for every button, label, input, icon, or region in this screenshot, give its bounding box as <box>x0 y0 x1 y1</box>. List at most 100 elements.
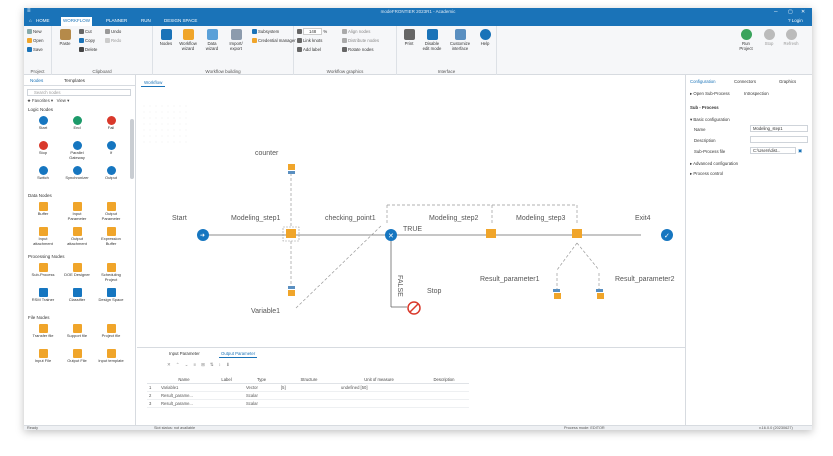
zoom-select[interactable]: 148 % <box>297 28 327 35</box>
node-palette-item[interactable]: Sub-Process <box>30 263 56 278</box>
cell-unit[interactable] <box>339 391 419 400</box>
search-nodes-input[interactable]: Search nodes <box>27 89 131 96</box>
menu-workflow[interactable]: WORKFLOW <box>61 17 92 26</box>
node-palette-item[interactable]: Input Parameter <box>64 202 90 221</box>
node-palette-item[interactable]: Output attachment <box>64 227 90 246</box>
table-row[interactable]: 2 Result_parame... Scalar <box>147 391 469 400</box>
left-scrollbar[interactable] <box>130 119 134 179</box>
tab-configuration[interactable]: Configuration <box>690 79 716 84</box>
cell-type[interactable]: Vector <box>244 383 279 392</box>
tab-workflow[interactable]: Workflow <box>141 79 166 87</box>
open-sub-process-button[interactable]: ▸ Open Sub-Process <box>690 91 730 97</box>
workflow-canvas[interactable]: ➜ ✕ ✓ counter Start Modeling_step1 check… <box>137 75 685 347</box>
node-palette-item[interactable]: Scheduling Project <box>98 263 124 282</box>
node-palette-item[interactable]: Output Parameter <box>98 202 124 221</box>
nodes-button[interactable]: Nodes <box>155 29 177 46</box>
tab-connectors[interactable]: Connectors <box>734 79 756 84</box>
node-palette-item[interactable]: Input File <box>30 349 56 364</box>
link-knots-button[interactable]: Link knots <box>297 38 322 44</box>
variable1-node[interactable] <box>288 290 295 296</box>
node-palette-item[interactable]: Fail <box>98 116 124 131</box>
tab-graphics[interactable]: Graphics <box>779 79 796 84</box>
counter-node[interactable] <box>288 164 295 170</box>
node-palette-item[interactable]: Project file <box>98 324 124 339</box>
node-palette-item[interactable]: Expression Buffer <box>98 227 124 246</box>
modeling-step1-node[interactable] <box>286 229 296 238</box>
column-header[interactable]: Unit of measure <box>339 376 419 384</box>
home-icon[interactable]: ⌂ <box>27 18 34 23</box>
view-button[interactable]: View <box>57 98 66 103</box>
node-palette-item[interactable]: Buffer <box>30 202 56 217</box>
section-header[interactable]: Logic Nodes <box>28 107 53 112</box>
print-button[interactable]: Print <box>398 29 420 46</box>
cell-desc[interactable] <box>419 391 469 400</box>
node-palette-item[interactable]: Stop <box>30 141 56 156</box>
advanced-configuration-section[interactable]: ▸ Advanced configuration <box>690 161 738 167</box>
cell-structure[interactable] <box>279 399 339 408</box>
cell-unit[interactable]: undefined [50] <box>339 383 419 392</box>
cell-label[interactable] <box>209 383 244 392</box>
node-palette-item[interactable]: Classifier <box>64 288 90 303</box>
paste-button[interactable]: Paste <box>54 29 76 46</box>
node-palette-item[interactable]: RSM Trainer <box>30 288 56 303</box>
column-header[interactable]: Name <box>159 376 209 384</box>
close-icon[interactable]: ✕ <box>801 9 805 15</box>
help-login[interactable]: ? Login <box>786 18 805 23</box>
modeling-step2-node[interactable] <box>486 229 496 238</box>
add-label-button[interactable]: Add label <box>297 47 321 53</box>
cell-label[interactable] <box>209 391 244 400</box>
undo-button[interactable]: Undo <box>105 29 121 35</box>
node-palette-item[interactable]: Switch <box>30 166 56 181</box>
menu-planner[interactable]: PLANNER <box>104 18 129 23</box>
redo-button[interactable]: Redo <box>105 38 121 44</box>
browse-icon[interactable]: ▣ <box>798 148 802 154</box>
cell-structure[interactable]: [5] <box>279 383 339 392</box>
workflow-wizard-button[interactable]: Workflow wizard <box>177 29 199 51</box>
section-header[interactable]: Data Nodes <box>28 193 52 198</box>
menu-design-space[interactable]: DESIGN SPACE <box>162 18 199 23</box>
node-palette-item[interactable]: Synchronizer <box>64 166 90 181</box>
cell-label[interactable] <box>209 399 244 408</box>
basic-configuration-section[interactable]: ▾ Basic configuration <box>690 117 730 123</box>
align-nodes-button[interactable]: Align nodes <box>342 29 370 35</box>
distribute-nodes-button[interactable]: Distribute nodes <box>342 38 379 44</box>
run-project-button[interactable]: Run Project <box>735 29 757 51</box>
import-export-button[interactable]: Import/ export <box>225 29 247 51</box>
cell-desc[interactable] <box>419 399 469 408</box>
node-palette-item[interactable]: Design Space <box>98 288 124 303</box>
table-row[interactable]: 3 Result_parame... Scalar <box>147 399 469 408</box>
section-header[interactable]: File Nodes <box>28 315 50 320</box>
menu-home[interactable]: HOME <box>34 18 52 23</box>
save-button[interactable]: Save <box>27 47 43 53</box>
disable-edit-mode-button[interactable]: Disable edit mode <box>421 29 443 51</box>
modeling-step3-node[interactable] <box>572 229 582 238</box>
cell-name[interactable]: Result_parame... <box>159 399 209 408</box>
node-palette-item[interactable]: Parallel Gateway <box>64 141 90 160</box>
tab-input-parameter[interactable]: Input Parameter <box>167 350 202 357</box>
data-wizard-button[interactable]: Data wizard <box>201 29 223 51</box>
node-palette-item[interactable]: Input attachment <box>30 227 56 246</box>
cut-button[interactable]: Cut <box>79 29 92 35</box>
introspection-button[interactable]: Introspection <box>744 91 769 96</box>
cell-unit[interactable] <box>339 399 419 408</box>
tab-output-parameter[interactable]: Output Parameter <box>219 350 258 358</box>
stop-button[interactable]: Stop <box>758 29 780 46</box>
node-palette-item[interactable]: End <box>64 116 90 131</box>
subsystem-button[interactable]: Subsystem <box>252 29 279 35</box>
customize-interface-button[interactable]: Customize interface <box>447 29 473 51</box>
table-row[interactable]: 1 Variable1 Vector [5] undefined [50] <box>147 383 469 392</box>
favorites-button[interactable]: Favorites <box>32 98 50 103</box>
node-palette-item[interactable]: If <box>98 141 124 156</box>
column-header[interactable]: Structure <box>279 376 339 384</box>
node-palette-item[interactable]: Support file <box>64 324 90 339</box>
cell-name[interactable]: Variable1 <box>159 383 209 392</box>
result2-node[interactable] <box>597 293 604 299</box>
node-palette-item[interactable]: Input template <box>98 349 124 364</box>
column-header[interactable]: Description <box>419 376 469 384</box>
tab-nodes[interactable]: Nodes <box>30 78 43 83</box>
help-button[interactable]: Help <box>474 29 496 46</box>
menu-run[interactable]: RUN <box>139 18 153 23</box>
delete-button[interactable]: Delete <box>79 47 97 53</box>
node-palette-item[interactable]: Transfer file <box>30 324 56 339</box>
column-header[interactable]: Type <box>244 376 279 384</box>
